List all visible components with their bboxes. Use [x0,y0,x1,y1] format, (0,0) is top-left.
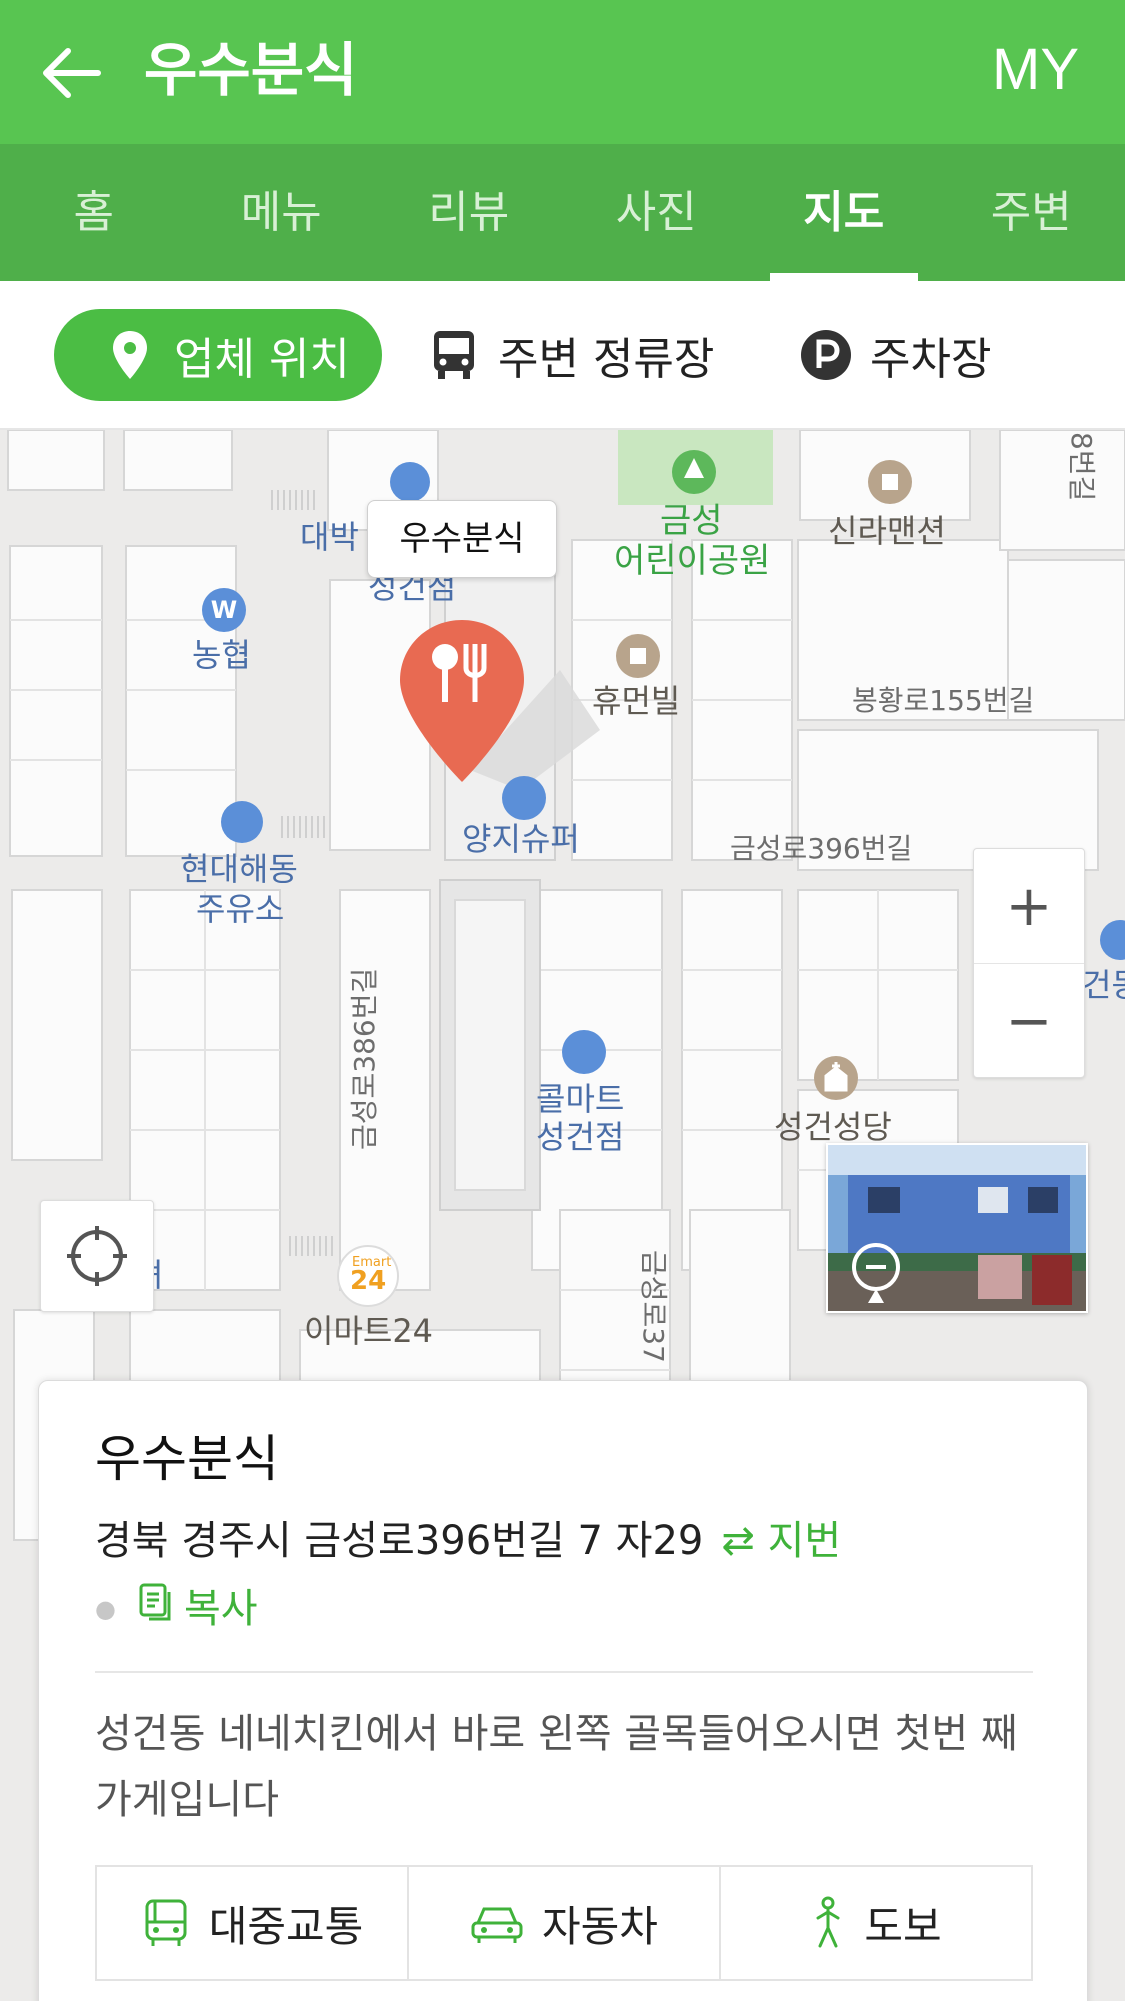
filter-business-location[interactable]: 업체 위치 [54,309,382,401]
poi-label[interactable]: 금성 [660,502,723,540]
street-view-thumbnail[interactable] [826,1143,1088,1313]
svg-text:W: W [211,596,237,624]
road-label: 8번길 [1065,432,1098,502]
crosshair-icon [67,1226,127,1286]
filter-label: 주변 정류장 [498,334,715,385]
road-label: 금성로396번길 [730,832,913,865]
zoom-out-button[interactable]: − [974,964,1084,1079]
current-location-button[interactable] [40,1200,154,1312]
street-view-image [828,1145,1086,1311]
tab-map[interactable]: 지도 [750,144,938,281]
parking-icon [800,329,852,381]
car-icon [470,1901,524,1945]
app-header: 우수분식 MY [0,0,1125,144]
jibun-label: 지번 [767,1518,842,1564]
filter-parking[interactable]: 주차장 [800,309,991,401]
tab-bar: 홈 메뉴 리뷰 사진 지도 주변 [0,144,1125,281]
poi-label[interactable]: 콜마트 [536,1080,624,1118]
poi-label[interactable]: 현대해동 [180,850,298,888]
filter-nearby-stops[interactable]: 주변 정류장 [428,309,714,401]
poi-label[interactable]: 이마트24 [304,1312,433,1350]
tab-review[interactable]: 리뷰 [375,144,563,281]
car-button[interactable]: 자동차 [407,1867,719,1979]
tab-nearby[interactable]: 주변 [938,144,1125,281]
my-button[interactable]: MY [992,30,1079,110]
map-view[interactable]: W 대박 성건점 농협 금성 어린이공원 신라맨션 휴먼빌 양지슈퍼 현대해동 … [0,428,1125,2001]
address-text: 경북 경주시 금성로396번길 7 자29 [95,1518,704,1564]
tab-menu[interactable]: 메뉴 [188,144,376,281]
poi-label[interactable]: 양지슈퍼 [462,820,580,858]
transit-button[interactable]: 대중교통 [97,1867,407,1979]
walking-icon [810,1896,846,1950]
place-info-card: 우수분식 경북 경주시 금성로396번길 7 자29 ⇄ 지번 ● 복사 성건동 … [38,1380,1088,2001]
jibun-toggle[interactable]: ⇄ 지번 [721,1518,841,1564]
copy-address-button[interactable]: ● 복사 [95,1581,258,1637]
place-address: 경북 경주시 금성로396번길 7 자29 ⇄ 지번 [95,1513,841,1569]
directions-buttons: 대중교통 자동차 도보 [95,1865,1033,1981]
poi-label[interactable]: 성건성당 [774,1108,892,1146]
bus-icon [428,329,480,381]
tab-photo[interactable]: 사진 [563,144,751,281]
place-name: 우수분식 [95,1430,279,1488]
road-label: 금성로37 [637,1250,670,1363]
road-label: 봉황로155번길 [852,684,1035,717]
back-button[interactable] [36,36,110,110]
marker-callout[interactable]: 우수분식 [367,500,557,578]
page-title: 우수분식 [144,36,358,104]
poi-label[interactable]: 건동 [1082,966,1125,1004]
divider [95,1671,1033,1673]
walk-button[interactable]: 도보 [719,1867,1031,1979]
road-label: 금성로386번길 [348,967,381,1150]
walk-label: 도보 [864,1901,942,1951]
zoom-control: + − [973,848,1085,1078]
car-label: 자동차 [542,1901,658,1951]
poi-label[interactable]: 어린이공원 [614,542,770,580]
transit-label: 대중교통 [208,1901,364,1951]
poi-label[interactable]: 성건점 [536,1118,624,1156]
poi-label[interactable]: 농협 [192,636,251,674]
bullet-dot: ● [95,1595,116,1623]
copy-label: 복사 [183,1586,258,1632]
poi-label[interactable]: 대박 [300,518,359,556]
swap-icon: ⇄ [721,1518,755,1564]
poi-label[interactable]: 주유소 [196,890,284,928]
poi-label[interactable]: 신라맨션 [828,512,946,550]
filter-label: 업체 위치 [174,334,350,385]
location-pin-icon [104,329,156,381]
place-description: 성건동 네네치킨에서 바로 왼쪽 골목들어오시면 첫번 째가게입니다 [95,1711,1018,1823]
arrow-left-icon [43,48,101,98]
emart-logo: 24 [350,1266,387,1296]
copy-icon [138,1581,174,1637]
bus-outline-icon [141,1898,191,1948]
tab-home[interactable]: 홈 [0,144,188,281]
filter-label: 주차장 [870,334,992,385]
zoom-in-button[interactable]: + [974,849,1084,964]
map-filter-bar: 업체 위치 주변 정류장 주차장 [0,281,1125,428]
poi-label[interactable]: 휴먼빌 [592,682,680,720]
